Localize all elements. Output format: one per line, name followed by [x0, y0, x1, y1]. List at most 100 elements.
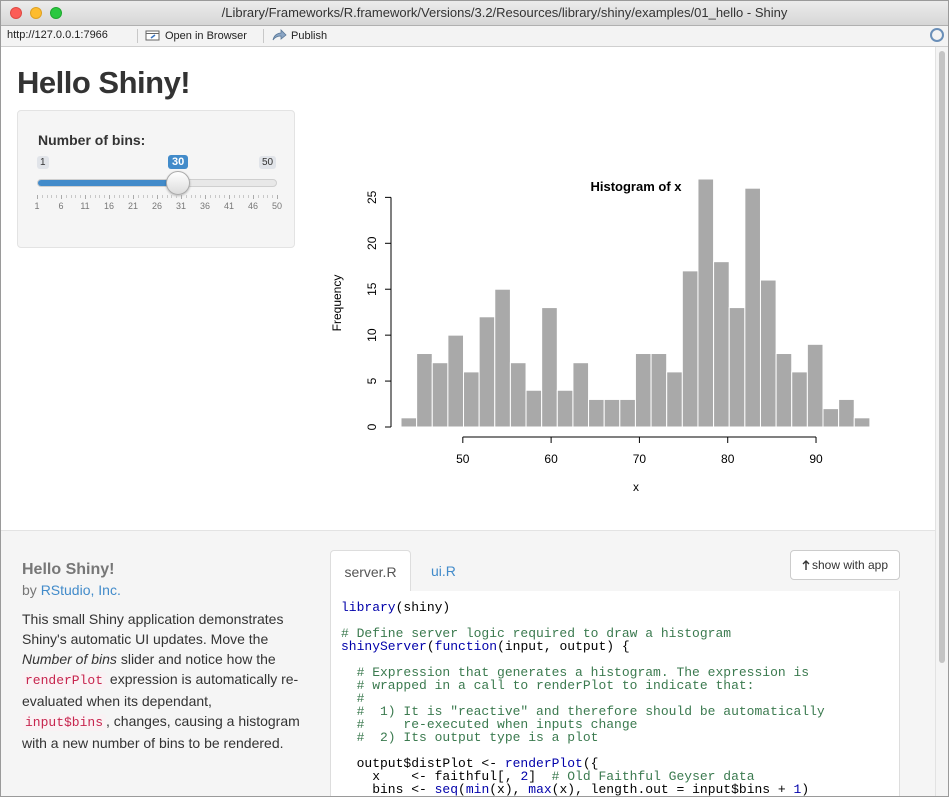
slider-minor-tick — [128, 195, 130, 198]
slider-minor-tick — [152, 195, 154, 198]
source-panel: Hello Shiny! by RStudio, Inc. This small… — [1, 530, 935, 797]
histogram-bar — [744, 187, 761, 428]
slider-minor-tick — [195, 195, 197, 198]
slider-tick — [109, 195, 110, 199]
slider-tick — [85, 195, 86, 199]
publish-label: Publish — [291, 29, 328, 42]
slider-minor-tick — [65, 195, 67, 198]
histogram-bar — [494, 288, 511, 428]
slider-tick — [229, 195, 230, 199]
minimize-window-button[interactable] — [30, 7, 42, 19]
slider-tick-label: 41 — [223, 201, 235, 211]
desc-text-1: This small Shiny application demonstrate… — [22, 611, 284, 647]
histogram-bar — [572, 362, 590, 428]
slider-minor-tick — [41, 195, 43, 198]
histogram-bar — [713, 261, 730, 428]
x-tick-label: 70 — [633, 452, 647, 466]
slider-minor-tick — [46, 195, 48, 198]
slider-minor-tick — [262, 195, 264, 198]
close-window-button[interactable] — [10, 7, 22, 19]
slider-minor-tick — [248, 195, 250, 198]
about-description: This small Shiny application demonstrate… — [22, 609, 302, 753]
histogram-bar — [556, 389, 574, 428]
histogram-bar — [853, 417, 871, 428]
inline-code-renderplot: renderPlot — [22, 672, 107, 689]
slider-label: Number of bins: — [38, 132, 146, 148]
slider-tick-label: 11 — [80, 201, 90, 211]
refresh-icon[interactable] — [930, 28, 944, 42]
slider-minor-tick — [75, 195, 77, 198]
slider-minor-tick — [209, 195, 211, 198]
slider-minor-tick — [171, 195, 173, 198]
publish-button[interactable]: Publish — [271, 29, 327, 42]
slider-min-label: 1 — [37, 156, 49, 169]
desc-text-2: slider and notice how the — [120, 651, 276, 667]
slider-minor-tick — [219, 195, 221, 198]
title-bar[interactable]: /Library/Frameworks/R.framework/Versions… — [1, 1, 948, 26]
slider-minor-tick — [113, 195, 115, 198]
desc-italic: Number of bins — [22, 651, 117, 667]
histogram-bar — [416, 353, 433, 428]
histogram-bar — [525, 389, 543, 428]
slider-minor-tick — [238, 195, 240, 198]
slider-handle[interactable] — [166, 171, 190, 195]
histogram-bar — [447, 334, 465, 428]
slider-minor-tick — [104, 195, 106, 198]
show-with-app-button[interactable]: show with app — [790, 550, 900, 580]
about-byline: by RStudio, Inc. — [22, 582, 121, 598]
about-title: Hello Shiny! — [22, 561, 115, 578]
scrollbar-thumb[interactable] — [939, 51, 945, 663]
histogram-bar — [806, 343, 824, 428]
x-tick-label: 60 — [544, 452, 558, 466]
inline-code-input-bins: input$bins — [22, 714, 107, 731]
toolbar-divider — [263, 29, 264, 43]
maximize-window-button[interactable] — [50, 7, 62, 19]
sidebar-panel: Number of bins: 1 50 30 1 6 11 16 21 26 31 36 41… — [17, 110, 295, 248]
tab-server-r[interactable]: server.R — [330, 550, 411, 592]
histogram-bar — [634, 353, 652, 428]
histogram-bar — [697, 178, 715, 428]
slider-minor-tick — [56, 195, 58, 198]
slider-minor-tick — [190, 195, 192, 198]
slider-grid: 1 6 11 16 21 26 31 36 41 46 50 — [34, 195, 282, 225]
histogram-plot: Histogram of x 50 60 70 80 90 x 0 5 10 15 20 25 Frequ… — [330, 178, 871, 494]
open-in-browser-label: Open in Browser — [165, 29, 247, 42]
histogram-bar — [775, 353, 793, 428]
viewer-toolbar: http://127.0.0.1:7966 Open in Browser Pu… — [1, 26, 948, 47]
page-title: Hello Shiny! — [17, 65, 191, 100]
code-viewer[interactable]: library(shiny) # Define server logic req… — [330, 591, 900, 797]
code-block: library(shiny) # Define server logic req… — [341, 600, 825, 797]
open-in-browser-button[interactable]: Open in Browser — [145, 29, 247, 42]
bins-slider-track[interactable] — [37, 179, 277, 187]
slider-minor-tick — [161, 195, 163, 198]
x-tick-label: 80 — [721, 452, 735, 466]
slider-value-label: 30 — [168, 155, 189, 169]
slider-tick-label: 46 — [247, 201, 259, 211]
y-axis-label: Frequency — [330, 275, 344, 332]
y-tick-label: 0 — [365, 423, 379, 430]
slider-tick — [61, 195, 62, 199]
slider-minor-tick — [243, 195, 245, 198]
slider-minor-tick — [51, 195, 53, 198]
by-text: by — [22, 582, 37, 598]
slider-tick-label: 1 — [34, 201, 40, 211]
url-text: http://127.0.0.1:7966 — [7, 29, 108, 41]
histogram-bar — [541, 307, 558, 428]
chart-title: Histogram of x — [590, 179, 682, 194]
tab-ui-r[interactable]: ui.R — [431, 550, 456, 592]
author-link[interactable]: RStudio, Inc. — [41, 582, 121, 598]
histogram-bar — [509, 362, 527, 428]
histogram-bar — [650, 353, 668, 428]
slider-tick — [157, 195, 158, 199]
slider-minor-tick — [233, 195, 235, 198]
slider-tick — [37, 195, 38, 199]
vertical-scrollbar[interactable] — [935, 47, 948, 796]
slider-minor-tick — [147, 195, 149, 198]
slider-minor-tick — [224, 195, 226, 198]
slider-minor-tick — [89, 195, 91, 198]
histogram-bar — [759, 279, 777, 428]
histogram-bar — [822, 408, 840, 428]
histogram-bar — [619, 398, 636, 428]
x-axis-label: x — [633, 480, 639, 494]
histogram-bar — [681, 270, 699, 428]
